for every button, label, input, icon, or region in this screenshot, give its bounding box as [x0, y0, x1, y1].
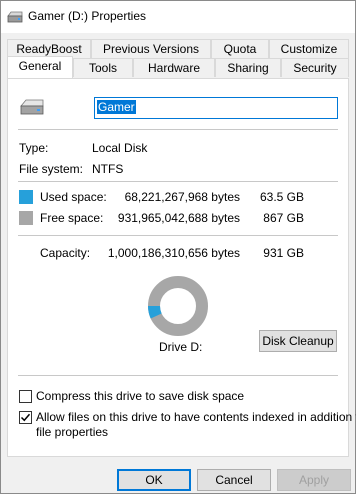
- free-space-size: 867 GB: [263, 211, 304, 225]
- drive-icon: [7, 11, 23, 26]
- drive-name-value: Gamer: [97, 100, 136, 114]
- free-space-label: Free space:: [40, 211, 104, 225]
- type-value: Local Disk: [92, 141, 148, 155]
- separator: [18, 129, 338, 130]
- disk-cleanup-button[interactable]: Disk Cleanup: [259, 330, 337, 352]
- tab-security[interactable]: Security: [281, 58, 349, 77]
- tab-sharing[interactable]: Sharing: [215, 58, 281, 77]
- free-space-bytes: 931,965,042,688 bytes: [117, 211, 240, 225]
- ok-button[interactable]: OK: [117, 469, 191, 491]
- tab-previous-versions[interactable]: Previous Versions: [91, 39, 211, 58]
- free-space-swatch: [19, 211, 33, 225]
- type-label: Type:: [19, 141, 49, 155]
- separator: [18, 181, 338, 182]
- capacity-size: 931 GB: [263, 246, 304, 260]
- used-space-label: Used space:: [40, 190, 107, 204]
- used-space-swatch: [19, 190, 33, 204]
- capacity-bytes: 1,000,186,310,656 bytes: [107, 246, 240, 260]
- tab-general[interactable]: General: [7, 56, 73, 78]
- used-space-arc: [148, 305, 162, 319]
- tab-hardware[interactable]: Hardware: [133, 58, 215, 77]
- compress-checkbox[interactable]: [19, 390, 32, 403]
- drive-name-input[interactable]: Gamer: [94, 97, 338, 119]
- tab-strip: ReadyBoost Previous Versions Quota Custo…: [7, 39, 349, 79]
- tab-quota[interactable]: Quota: [211, 39, 269, 58]
- index-label-line2[interactable]: file properties: [36, 425, 108, 439]
- free-space-ring: [148, 276, 208, 336]
- disk-usage-donut: [148, 276, 208, 336]
- apply-button[interactable]: Apply: [277, 469, 351, 491]
- cancel-button[interactable]: Cancel: [197, 469, 271, 491]
- checkmark-icon: [20, 413, 31, 422]
- window-title: Gamer (D:) Properties: [28, 9, 147, 23]
- used-space-bytes: 68,221,267,968 bytes: [124, 190, 240, 204]
- separator: [18, 235, 338, 236]
- index-checkbox[interactable]: [19, 411, 32, 424]
- properties-window: Gamer (D:) Properties ReadyBoost Previou…: [0, 0, 356, 494]
- drive-letter-label: Drive D:: [159, 340, 203, 354]
- index-label-line1[interactable]: Allow files on this drive to have conten…: [36, 410, 356, 424]
- separator: [18, 375, 338, 376]
- hard-drive-icon: [20, 99, 44, 118]
- capacity-label: Capacity:: [40, 246, 91, 260]
- title-bar[interactable]: Gamer (D:) Properties: [1, 1, 355, 33]
- used-space-size: 63.5 GB: [259, 190, 304, 204]
- tab-customize[interactable]: Customize: [269, 39, 349, 58]
- general-panel: Gamer Type: Local Disk File system: NTFS…: [7, 78, 356, 457]
- file-system-label: File system:: [19, 162, 84, 176]
- tab-tools[interactable]: Tools: [73, 58, 133, 77]
- file-system-value: NTFS: [92, 162, 124, 176]
- compress-label[interactable]: Compress this drive to save disk space: [36, 389, 244, 403]
